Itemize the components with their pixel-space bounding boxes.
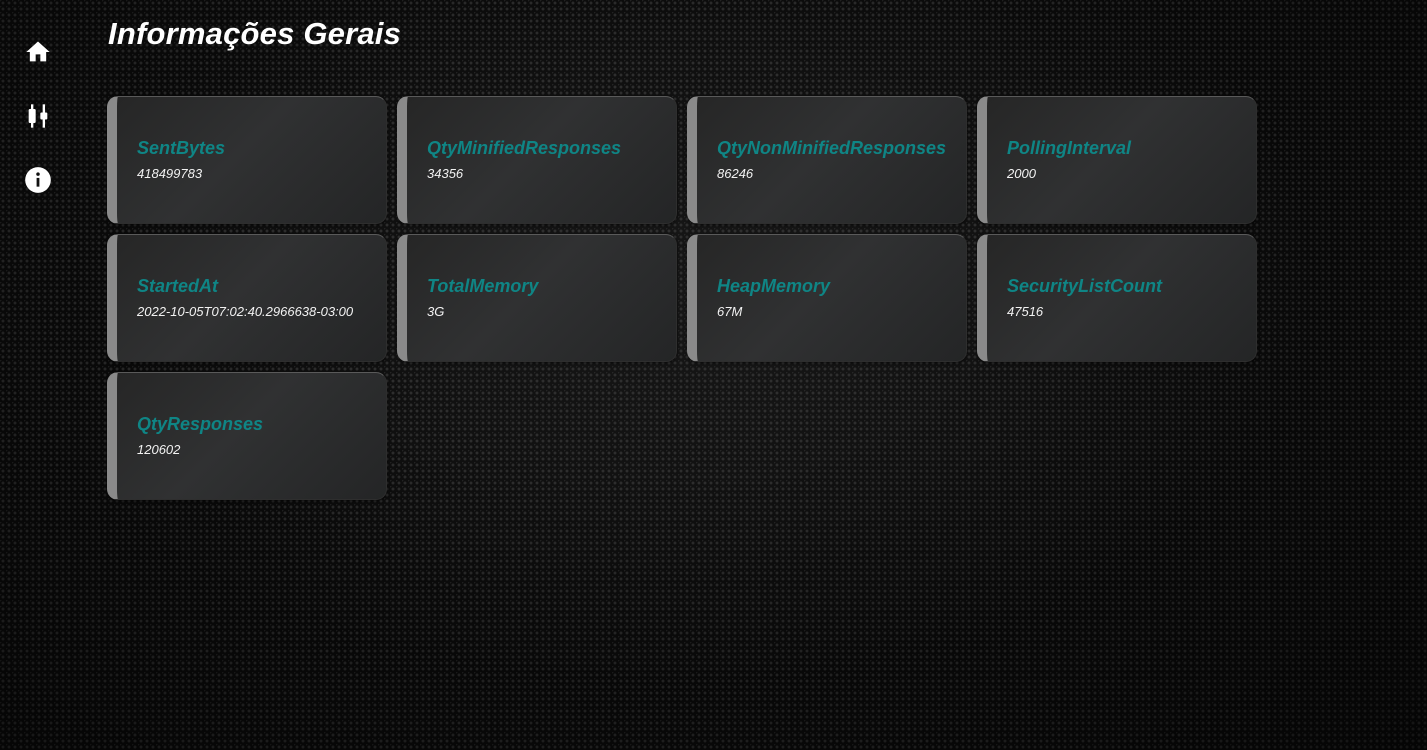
card-value: 418499783	[137, 166, 203, 181]
info-card-qty-non-minified-responses: QtyNonMinifiedResponses 86246	[687, 96, 967, 224]
card-value: 2000	[1007, 166, 1036, 181]
card-value: 3G	[427, 304, 445, 319]
card-label: QtyNonMinifiedResponses	[717, 138, 947, 158]
card-value: 47516	[1007, 304, 1044, 319]
card-value: 2022-10-05T07:02:40.2966638-03:00	[137, 304, 354, 319]
sidebar-item-charts[interactable]	[22, 100, 54, 132]
info-card-heap-memory: HeapMemory 67M	[687, 234, 967, 362]
info-card-qty-responses: QtyResponses 120602	[107, 372, 387, 500]
card-value: 67M	[717, 304, 743, 319]
info-card-sent-bytes: SentBytes 418499783	[107, 96, 387, 224]
card-label: SentBytes	[137, 138, 226, 158]
card-label: TotalMemory	[427, 276, 539, 296]
sidebar-item-info[interactable]	[22, 164, 54, 196]
info-card-security-list-count: SecurityListCount 47516	[977, 234, 1257, 362]
home-icon	[26, 41, 50, 62]
sidebar-item-home[interactable]	[22, 36, 54, 68]
sidebar	[0, 0, 76, 750]
card-label: StartedAt	[137, 276, 219, 296]
card-label: SecurityListCount	[1007, 276, 1163, 296]
info-card-polling-interval: PollingInterval 2000	[977, 96, 1257, 224]
info-card-total-memory: TotalMemory 3G	[397, 234, 677, 362]
info-cards-grid: SentBytes 418499783 QtyMinifiedResponses…	[107, 96, 1267, 500]
page-title: Informações Gerais	[108, 16, 402, 51]
card-label: PollingInterval	[1007, 138, 1132, 158]
card-label: HeapMemory	[717, 276, 831, 296]
card-value: 34356	[427, 166, 464, 181]
info-card-qty-minified-responses: QtyMinifiedResponses 34356	[397, 96, 677, 224]
info-card-started-at: StartedAt 2022-10-05T07:02:40.2966638-03…	[107, 234, 387, 362]
card-value: 86246	[717, 166, 754, 181]
card-label: QtyResponses	[137, 414, 264, 434]
info-icon	[25, 167, 51, 193]
candlestick-chart-icon	[28, 104, 48, 128]
card-value: 120602	[137, 442, 181, 457]
card-label: QtyMinifiedResponses	[427, 138, 622, 158]
